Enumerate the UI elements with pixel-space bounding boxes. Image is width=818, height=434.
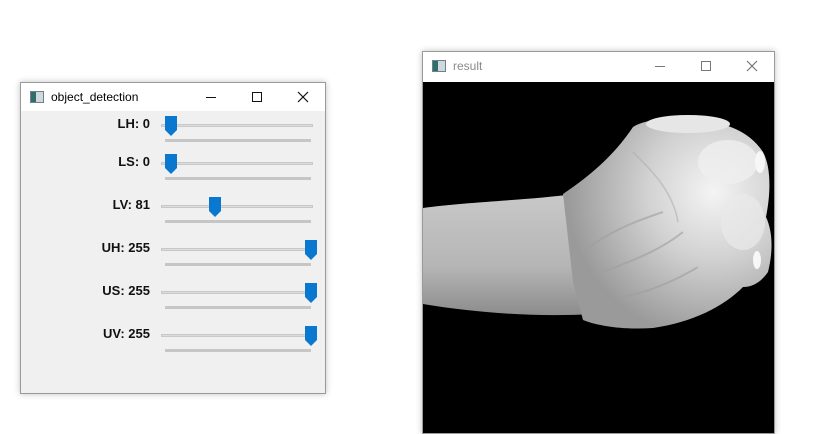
trackbar-rail[interactable] bbox=[161, 124, 313, 127]
result-image-view[interactable] bbox=[423, 82, 774, 433]
trackbar-rail[interactable] bbox=[161, 162, 313, 165]
maximize-icon bbox=[252, 92, 262, 102]
trackbar-label: US: 255 bbox=[102, 283, 150, 298]
minimize-icon bbox=[655, 66, 665, 67]
object-detection-window: object_detection LH: 0 LS: 0 LV: 81 UH: 255… bbox=[20, 82, 326, 394]
trackbar-thumb[interactable] bbox=[209, 197, 222, 217]
window-app-icon bbox=[432, 60, 446, 72]
window-app-icon bbox=[30, 91, 44, 103]
trackbar-thumb[interactable] bbox=[305, 326, 317, 346]
trackbar-scale-line bbox=[165, 139, 311, 142]
maximize-button[interactable] bbox=[683, 52, 729, 80]
close-button[interactable] bbox=[729, 52, 775, 80]
trackbar-rail[interactable] bbox=[161, 205, 313, 208]
trackbar-scale-line bbox=[165, 349, 311, 352]
trackbar-thumb[interactable] bbox=[305, 240, 317, 260]
minimize-button[interactable] bbox=[637, 52, 683, 80]
result-titlebar[interactable]: result bbox=[423, 52, 774, 80]
minimize-icon bbox=[206, 97, 216, 98]
trackbar-scale-line bbox=[165, 263, 311, 266]
fist-image bbox=[423, 115, 772, 329]
trackbar-rail[interactable] bbox=[161, 334, 313, 337]
window-title: result bbox=[453, 59, 483, 73]
close-button[interactable] bbox=[280, 83, 326, 111]
trackbar-thumb[interactable] bbox=[305, 283, 317, 303]
trackbar-scale-line bbox=[165, 306, 311, 309]
object-detection-titlebar[interactable]: object_detection bbox=[21, 83, 325, 111]
close-icon bbox=[746, 60, 758, 72]
trackbar-label: LV: 81 bbox=[112, 197, 150, 212]
trackbar-scale-line bbox=[165, 220, 311, 223]
trackbar-label: UH: 255 bbox=[101, 240, 150, 255]
maximize-button[interactable] bbox=[234, 83, 280, 111]
trackbar-label: LS: 0 bbox=[118, 154, 150, 169]
window-title: object_detection bbox=[51, 90, 139, 104]
close-icon bbox=[297, 91, 309, 103]
trackbar-rail[interactable] bbox=[161, 291, 313, 294]
minimize-button[interactable] bbox=[188, 83, 234, 111]
result-window: result bbox=[422, 51, 775, 434]
trackbar-thumb[interactable] bbox=[165, 154, 177, 174]
trackbar-label: UV: 255 bbox=[103, 326, 150, 341]
trackbar-label: LH: 0 bbox=[117, 116, 151, 131]
maximize-icon bbox=[701, 61, 711, 71]
trackbar-scale-line bbox=[165, 177, 311, 180]
trackbar-rail[interactable] bbox=[161, 248, 313, 251]
trackbar-thumb[interactable] bbox=[165, 116, 177, 136]
